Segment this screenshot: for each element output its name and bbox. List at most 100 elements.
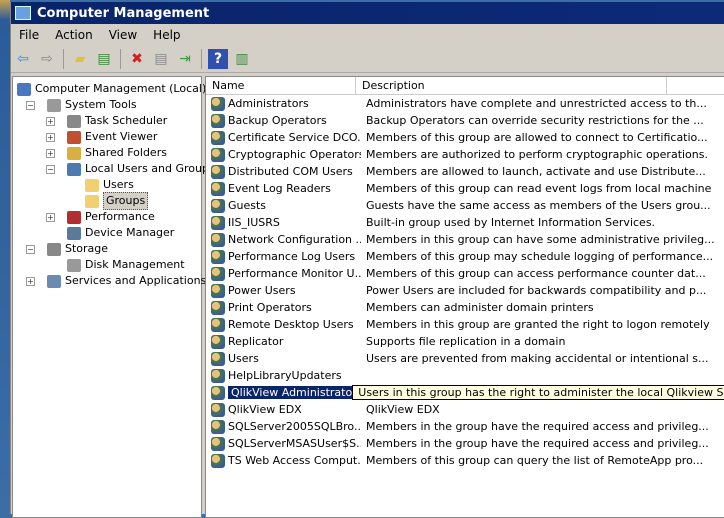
group-icon — [211, 402, 225, 417]
expander-icon[interactable]: + — [46, 149, 55, 158]
tree-node-icon — [47, 274, 61, 288]
group-name: Backup Operators — [228, 114, 327, 127]
table-row[interactable]: Cryptographic Operators Members are autho… — [206, 146, 724, 163]
table-row[interactable]: QlikView EDX QlikView EDX — [206, 401, 724, 418]
tree-item[interactable]: System Tools — [47, 97, 137, 113]
tree-item[interactable]: Groups — [85, 192, 149, 210]
menu-help[interactable]: Help — [145, 28, 188, 42]
group-name: Event Log Readers — [228, 182, 331, 195]
toolbar-separator — [120, 49, 121, 69]
table-row[interactable]: QlikView Administrators Users in this gro… — [206, 384, 724, 401]
window-title: Computer Management — [37, 5, 210, 21]
up-folder-icon[interactable]: ▰ — [70, 49, 90, 69]
column-header-description[interactable]: Description — [356, 77, 667, 94]
group-icon — [211, 453, 225, 468]
expander-icon[interactable]: + — [46, 213, 55, 222]
tree-item[interactable]: Storage — [47, 241, 108, 257]
tree-item-label: Computer Management (Local) — [35, 82, 207, 95]
expander-icon[interactable]: + — [46, 133, 55, 142]
back-icon[interactable]: ⇦ — [13, 49, 33, 69]
tree-item-label: Users — [103, 178, 134, 191]
show-hide-tree-icon[interactable]: ▤ — [94, 49, 114, 69]
group-icon — [211, 164, 225, 179]
group-description: Members are allowed to launch, activate … — [366, 165, 706, 178]
table-row[interactable]: HelpLibraryUpdaters — [206, 367, 724, 384]
forward-icon[interactable]: ⇨ — [37, 49, 57, 69]
group-description: Administrators have complete and unrestr… — [366, 97, 707, 110]
column-header-name[interactable]: Name — [206, 77, 356, 94]
tree-item[interactable]: Event Viewer — [67, 129, 157, 145]
tree-item[interactable]: Shared Folders — [67, 145, 167, 161]
group-name: Users — [228, 352, 259, 365]
table-row[interactable]: SQLServerMSASUser$S... Members in the gro… — [206, 435, 724, 452]
export-list-icon[interactable]: ⇥ — [175, 49, 195, 69]
table-row[interactable]: TS Web Access Comput... Members of this g… — [206, 452, 724, 469]
menu-view[interactable]: View — [101, 28, 145, 42]
tree-item-label: Event Viewer — [85, 130, 158, 143]
table-row[interactable]: Administrators Administrators have comple… — [206, 95, 724, 112]
tree-node-icon — [67, 130, 81, 144]
tree-item[interactable]: Task Scheduler — [67, 113, 167, 129]
menu-file[interactable]: File — [11, 28, 47, 42]
table-row[interactable]: Distributed COM Users Members are allowed… — [206, 163, 724, 180]
expander-icon[interactable]: + — [26, 277, 35, 286]
table-row[interactable]: Network Configuration ... Members in this… — [206, 231, 724, 248]
tree-node-icon — [67, 258, 81, 272]
group-name: HelpLibraryUpdaters — [228, 369, 342, 382]
table-row[interactable]: SQLServer2005SQLBro... Members in the gro… — [206, 418, 724, 435]
table-row[interactable]: Performance Monitor U... Members of this … — [206, 265, 724, 282]
groups-list[interactable]: Name Description Administrators Administr… — [205, 76, 724, 518]
tree-item-label: Disk Management — [85, 258, 185, 271]
group-name: Administrators — [228, 97, 309, 110]
tree-item[interactable]: Device Manager — [67, 225, 174, 241]
tree-node-icon — [67, 162, 81, 176]
show-action-pane-icon[interactable]: ▥ — [232, 49, 252, 69]
expander-icon[interactable]: − — [26, 245, 35, 254]
table-row[interactable]: IIS_IUSRS Built-in group used by Internet… — [206, 214, 724, 231]
group-description: Members in this group are granted the ri… — [366, 318, 710, 331]
tree-item-label: Services and Applications — [65, 274, 207, 287]
group-description: Members in the group have the required a… — [366, 437, 709, 450]
tree-node-icon — [17, 82, 31, 96]
table-row[interactable]: Backup Operators Backup Operators can ove… — [206, 112, 724, 129]
expander-icon[interactable]: − — [46, 165, 55, 174]
expander-icon[interactable]: + — [46, 117, 55, 126]
table-row[interactable]: Performance Log Users Members of this gro… — [206, 248, 724, 265]
tree-node-icon — [85, 194, 99, 208]
group-name: IIS_IUSRS — [228, 216, 280, 229]
table-row[interactable]: Event Log Readers Members of this group c… — [206, 180, 724, 197]
tree-item[interactable]: Local Users and Groups — [67, 161, 215, 177]
group-description: Members in this group can have some admi… — [366, 233, 715, 246]
tree-item[interactable]: Services and Applications — [47, 273, 206, 289]
group-description: Supports file replication in a domain — [366, 335, 566, 348]
tree-node-icon — [85, 178, 99, 192]
tree-node-icon — [67, 146, 81, 160]
tree-item[interactable]: Computer Management (Local) — [17, 81, 206, 97]
group-description: Members of this group can query the list… — [366, 454, 704, 467]
tree-item[interactable]: Performance — [67, 209, 155, 225]
group-name: QlikView Administrators — [228, 386, 353, 399]
table-row[interactable]: Remote Desktop Users Members in this grou… — [206, 316, 724, 333]
tree-item[interactable]: Users — [85, 177, 134, 193]
help-icon[interactable]: ? — [208, 49, 228, 69]
properties-icon[interactable]: ▤ — [151, 49, 171, 69]
table-row[interactable]: Power Users Power Users are included for … — [206, 282, 724, 299]
menu-action[interactable]: Action — [47, 28, 101, 42]
table-row[interactable]: Print Operators Members can administer do… — [206, 299, 724, 316]
table-row[interactable]: Guests Guests have the same access as mem… — [206, 197, 724, 214]
group-icon — [211, 283, 225, 298]
group-description: Members of this group may schedule loggi… — [366, 250, 714, 263]
console-tree[interactable]: Computer Management (Local) − System Tools… — [12, 76, 215, 518]
group-name: SQLServer2005SQLBro... — [228, 420, 361, 433]
table-row[interactable]: Users Users are prevented from making acc… — [206, 350, 724, 367]
group-icon — [211, 385, 225, 400]
tree-node-icon — [47, 98, 61, 112]
group-description: QlikView EDX — [366, 403, 440, 416]
group-name: SQLServerMSASUser$S... — [228, 437, 361, 450]
tree-item[interactable]: Disk Management — [67, 257, 185, 273]
table-row[interactable]: Certificate Service DCO... Members of thi… — [206, 129, 724, 146]
table-row[interactable]: Replicator Supports file replication in a… — [206, 333, 724, 350]
delete-icon[interactable]: ✖ — [127, 49, 147, 69]
expander-icon[interactable]: − — [26, 101, 35, 110]
list-header: Name Description — [206, 77, 724, 95]
